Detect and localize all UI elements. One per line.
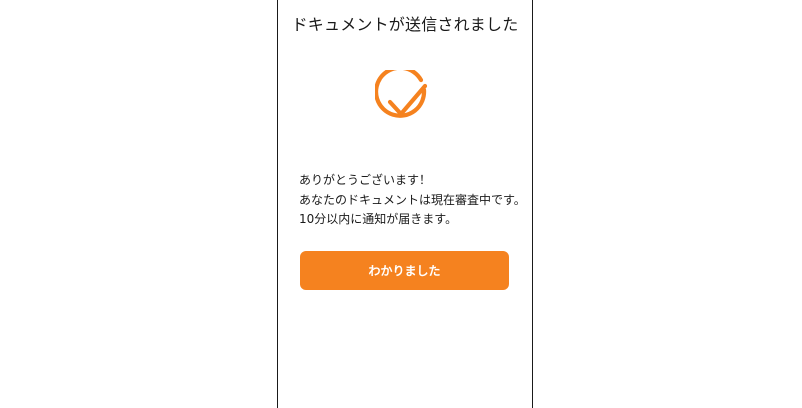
page-title: ドキュメントが送信されました: [291, 15, 519, 34]
message-line-thanks: ありがとうございます！: [299, 173, 432, 187]
confirmation-message: ありがとうございます！ あなたのドキュメントは現在審査中です。 10分以内に通知…: [299, 171, 531, 230]
success-indicator: [373, 65, 433, 132]
phone-screen: ドキュメントが送信されました ありがとうございます！ あなたのドキュメントは現在…: [277, 0, 533, 408]
ok-button[interactable]: わかりました: [300, 251, 509, 290]
message-line-review: あなたのドキュメントは現在審査中です。: [299, 192, 526, 207]
check-circle-icon: [373, 65, 428, 118]
message-line-notify: 10分以内に通知が届きます。: [299, 212, 458, 226]
